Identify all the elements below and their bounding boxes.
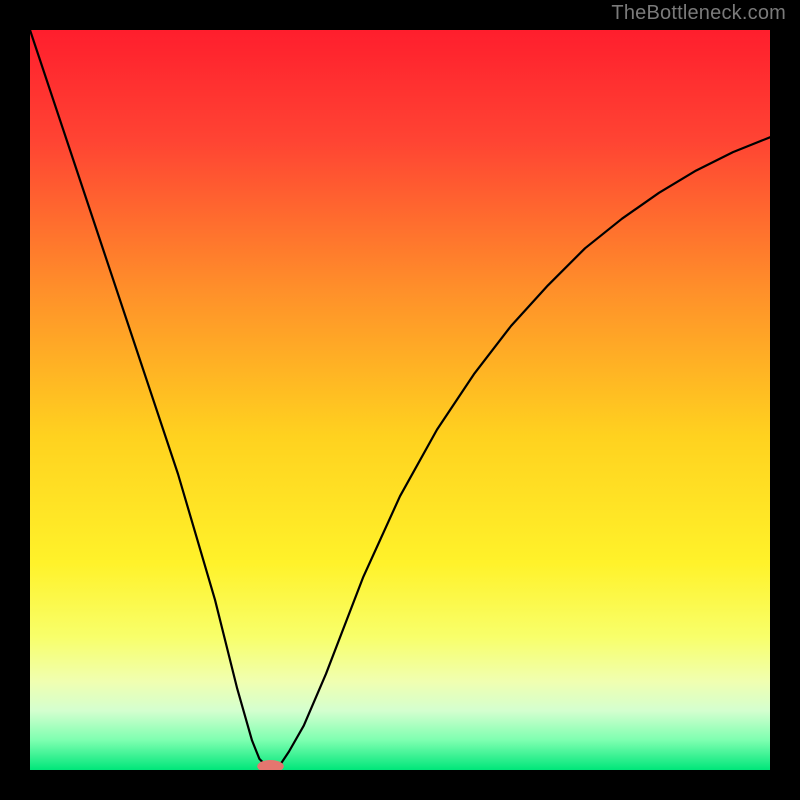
plot-area bbox=[30, 30, 770, 770]
chart-frame: TheBottleneck.com bbox=[0, 0, 800, 800]
watermark-text: TheBottleneck.com bbox=[611, 2, 786, 25]
bottleneck-chart bbox=[30, 30, 770, 770]
gradient-background bbox=[30, 30, 770, 770]
